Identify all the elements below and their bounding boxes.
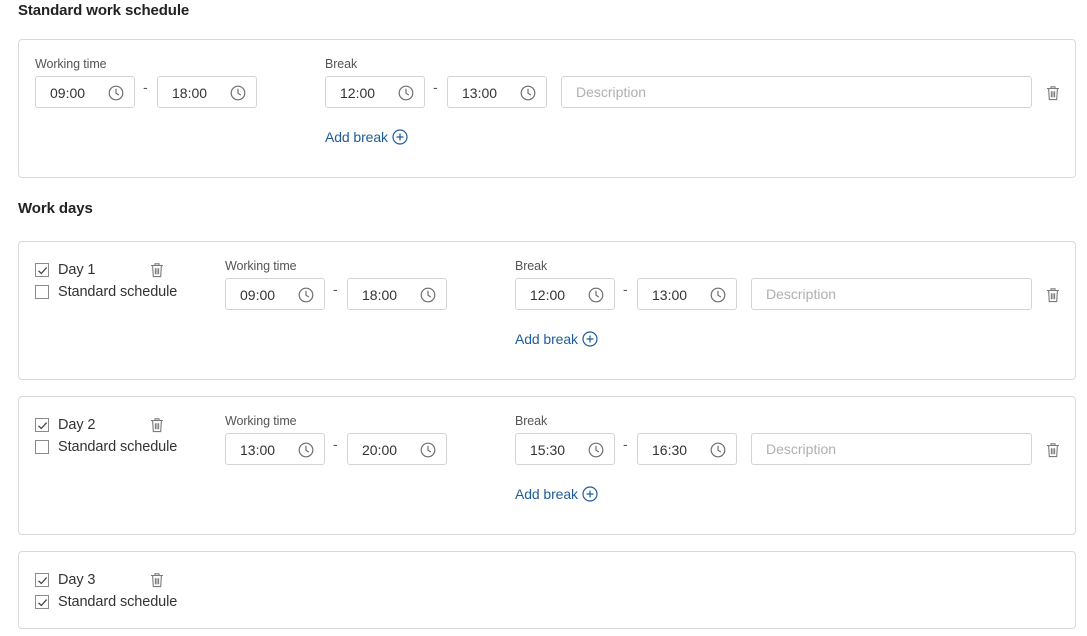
working-time-label: Working time <box>35 57 107 71</box>
trash-icon[interactable] <box>1046 442 1060 458</box>
clock-icon[interactable] <box>710 287 726 303</box>
work-end-input[interactable]: 18:00 <box>157 76 257 108</box>
work-start-input[interactable]: 09:00 <box>225 278 325 310</box>
break-label: Break <box>515 259 548 273</box>
clock-icon[interactable] <box>420 287 436 303</box>
checkbox[interactable] <box>35 595 49 609</box>
clock-icon[interactable] <box>230 85 246 101</box>
trash-icon[interactable] <box>150 262 164 278</box>
day-card: Day 1 Standard schedule Working time 09:… <box>18 241 1076 380</box>
trash-icon[interactable] <box>150 572 164 588</box>
checkbox[interactable] <box>35 573 49 587</box>
separator-dash: - <box>143 79 148 95</box>
plus-circle-icon <box>582 486 598 502</box>
break-start-value: 15:30 <box>530 442 566 458</box>
working-time-label: Working time <box>225 259 297 273</box>
checkmark-icon <box>38 599 48 607</box>
separator-dash: - <box>623 281 628 297</box>
work-end-input[interactable]: 20:00 <box>347 433 447 465</box>
break-label: Break <box>325 57 358 71</box>
checkmark-icon <box>38 422 48 430</box>
add-break-label: Add break <box>325 129 388 145</box>
standard-schedule-label: Standard schedule <box>58 594 178 610</box>
work-start-input[interactable]: 13:00 <box>225 433 325 465</box>
break-start-input[interactable]: 15:30 <box>515 433 615 465</box>
break-start-input[interactable]: 12:00 <box>515 278 615 310</box>
break-end-input[interactable]: 13:00 <box>637 278 737 310</box>
clock-icon[interactable] <box>298 287 314 303</box>
work-start-value: 13:00 <box>240 442 276 458</box>
clock-icon[interactable] <box>588 442 604 458</box>
clock-icon[interactable] <box>108 85 124 101</box>
day-checkbox[interactable]: Day 3 <box>35 572 95 588</box>
separator-dash: - <box>433 79 438 95</box>
plus-circle-icon <box>582 331 598 347</box>
standard-schedule-label: Standard schedule <box>58 284 178 300</box>
checkbox[interactable] <box>35 263 49 277</box>
work-days-title: Work days <box>18 200 93 217</box>
work-end-value: 18:00 <box>362 287 398 303</box>
day-card: Day 2 Standard schedule Working time 13:… <box>18 396 1076 535</box>
clock-icon[interactable] <box>588 287 604 303</box>
standard-schedule-card: Working time 09:00 - 18:00 Break 12:00 -… <box>18 39 1076 178</box>
day-checkbox[interactable]: Day 2 <box>35 417 95 433</box>
day-name: Day 2 <box>58 417 96 433</box>
break-label: Break <box>515 414 548 428</box>
clock-icon[interactable] <box>420 442 436 458</box>
break-start-value: 12:00 <box>530 287 566 303</box>
day-checkbox[interactable]: Day 1 <box>35 262 95 278</box>
standard-schedule-title: Standard work schedule <box>18 2 190 19</box>
break-description-input[interactable] <box>751 433 1032 465</box>
separator-dash: - <box>623 436 628 452</box>
separator-dash: - <box>333 281 338 297</box>
break-description-input[interactable] <box>751 278 1032 310</box>
standard-schedule-checkbox[interactable]: Standard schedule <box>35 439 177 455</box>
add-break-label: Add break <box>515 486 578 502</box>
checkmark-icon <box>38 267 48 275</box>
break-start-input[interactable]: 12:00 <box>325 76 425 108</box>
break-start-value: 12:00 <box>340 85 376 101</box>
working-time-label: Working time <box>225 414 297 428</box>
trash-icon[interactable] <box>1046 85 1060 101</box>
standard-schedule-checkbox[interactable]: Standard schedule <box>35 594 177 610</box>
work-end-input[interactable]: 18:00 <box>347 278 447 310</box>
add-break-button[interactable]: Add break <box>325 129 408 145</box>
break-end-value: 13:00 <box>462 85 498 101</box>
add-break-button[interactable]: Add break <box>515 331 598 347</box>
add-break-label: Add break <box>515 331 578 347</box>
work-start-input[interactable]: 09:00 <box>35 76 135 108</box>
checkbox[interactable] <box>35 418 49 432</box>
checkbox[interactable] <box>35 285 49 299</box>
break-end-input[interactable]: 13:00 <box>447 76 547 108</box>
standard-schedule-label: Standard schedule <box>58 439 178 455</box>
work-end-value: 18:00 <box>172 85 208 101</box>
clock-icon[interactable] <box>298 442 314 458</box>
separator-dash: - <box>333 436 338 452</box>
clock-icon[interactable] <box>520 85 536 101</box>
break-description-input[interactable] <box>561 76 1032 108</box>
break-end-input[interactable]: 16:30 <box>637 433 737 465</box>
day-name: Day 3 <box>58 572 96 588</box>
checkbox[interactable] <box>35 440 49 454</box>
work-start-value: 09:00 <box>50 85 86 101</box>
work-start-value: 09:00 <box>240 287 276 303</box>
clock-icon[interactable] <box>710 442 726 458</box>
trash-icon[interactable] <box>150 417 164 433</box>
standard-schedule-checkbox[interactable]: Standard schedule <box>35 284 177 300</box>
break-end-value: 13:00 <box>652 287 688 303</box>
day-card: Day 3 Standard schedule <box>18 551 1076 629</box>
work-end-value: 20:00 <box>362 442 398 458</box>
day-name: Day 1 <box>58 262 96 278</box>
clock-icon[interactable] <box>398 85 414 101</box>
checkmark-icon <box>38 577 48 585</box>
break-end-value: 16:30 <box>652 442 688 458</box>
plus-circle-icon <box>392 129 408 145</box>
add-break-button[interactable]: Add break <box>515 486 598 502</box>
trash-icon[interactable] <box>1046 287 1060 303</box>
